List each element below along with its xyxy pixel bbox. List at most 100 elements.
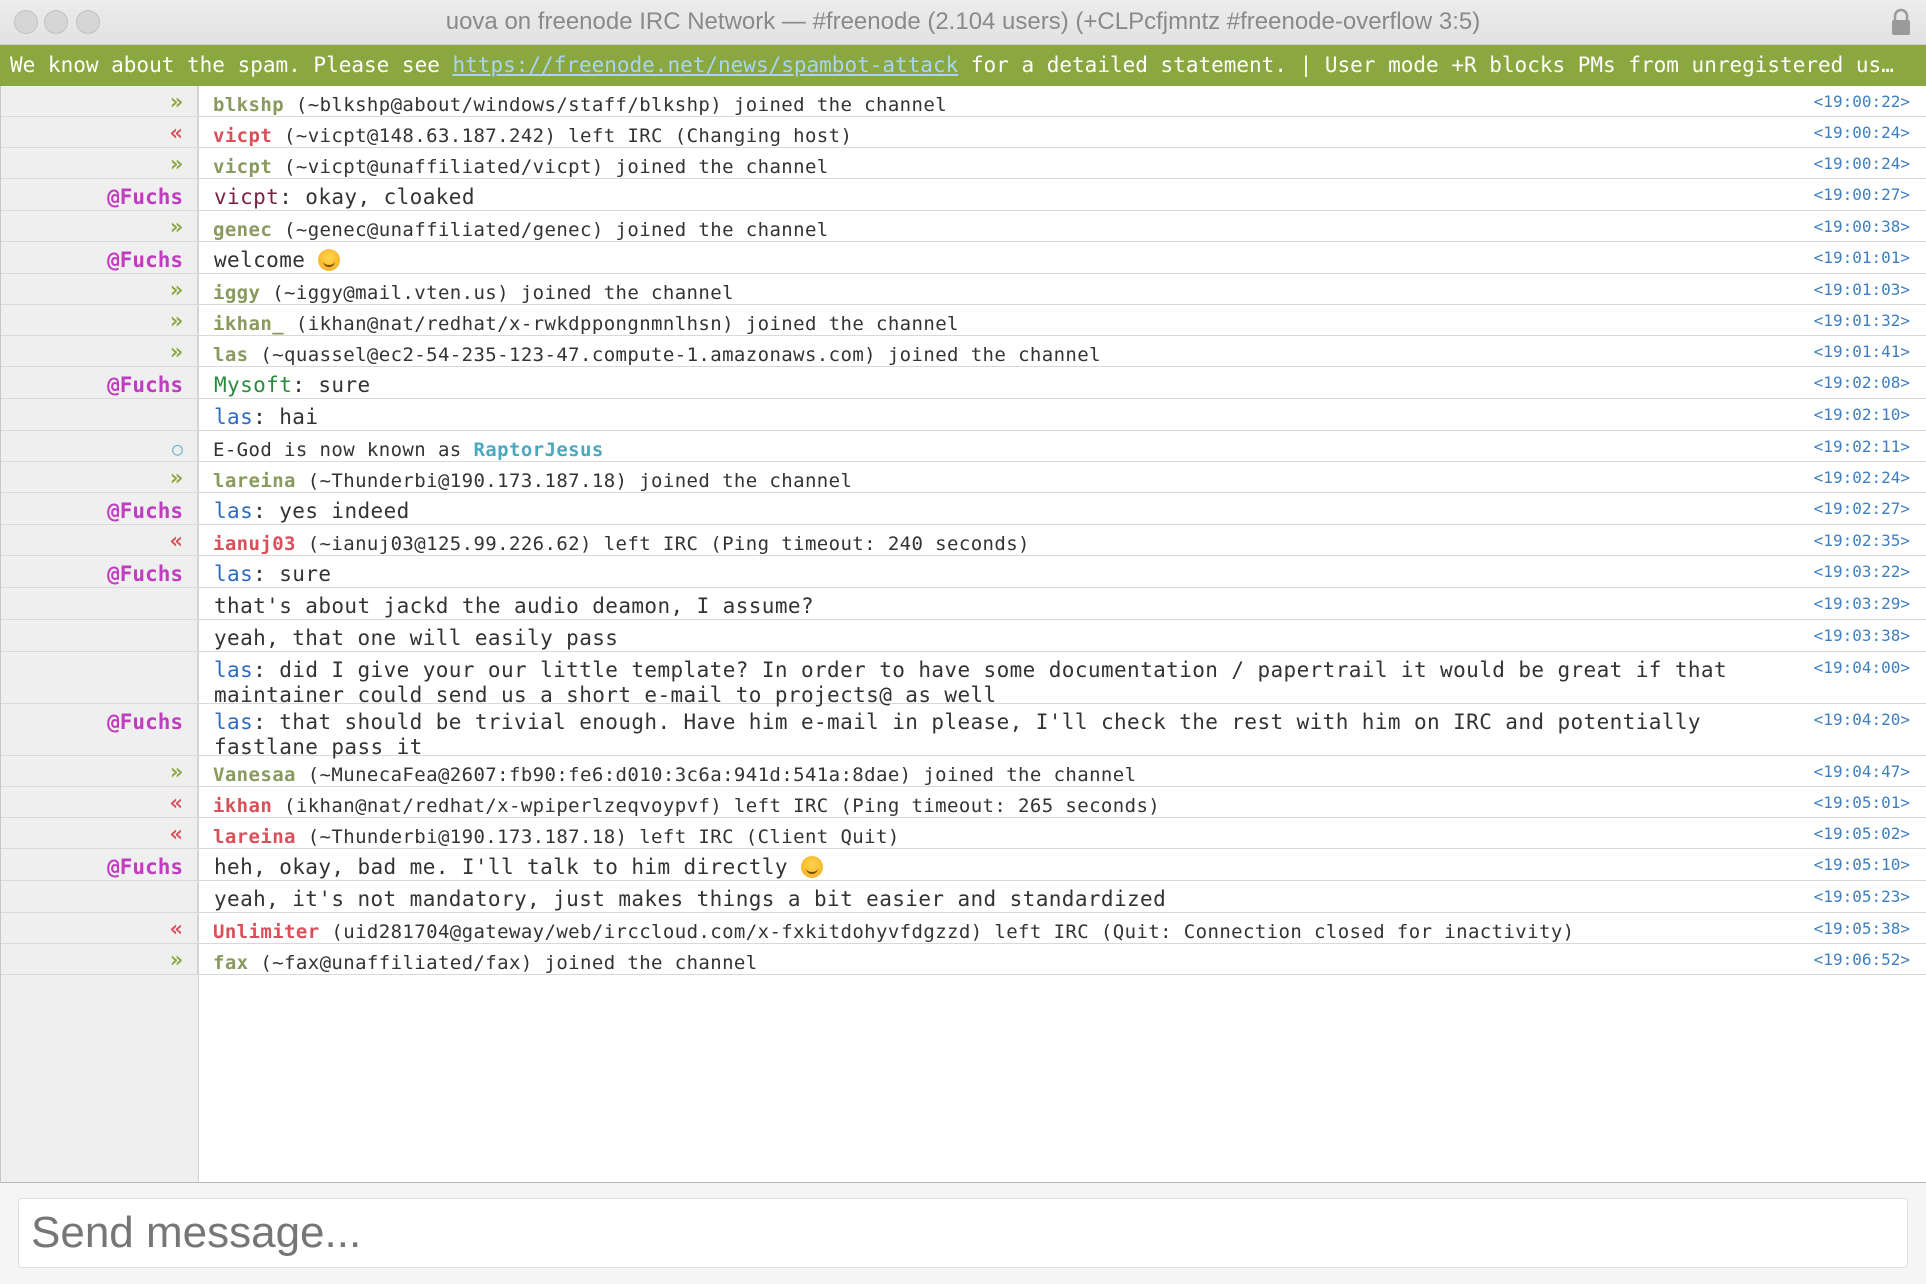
event-nick[interactable]: vicpt [213, 156, 272, 178]
message-row: @Fuchs welcome <19:01:01> [1, 242, 1926, 274]
event-detail: (~blkshp@about/windows/staff/blkshp) joi… [284, 94, 948, 116]
timestamp[interactable]: <19:02:27> [1796, 493, 1926, 524]
timestamp[interactable]: <19:01:01> [1796, 242, 1926, 273]
timestamp[interactable]: <19:03:38> [1796, 620, 1926, 651]
message-nick [1, 652, 198, 703]
message-list[interactable]: » blkshp (~blkshp@about/windows/staff/blk… [0, 86, 1926, 1183]
message-input[interactable] [19, 1199, 1907, 1267]
event-nick[interactable]: Vanesaa [213, 764, 296, 786]
message-body: : did I give your our little template? I… [214, 658, 1741, 707]
mention-nick[interactable]: Mysoft [214, 373, 292, 397]
event-nick[interactable]: ianuj03 [213, 533, 296, 555]
lock-icon [1892, 8, 1910, 35]
event-nick[interactable]: ikhan_ [213, 313, 284, 335]
timestamp[interactable]: <19:01:41> [1796, 336, 1926, 366]
event-nick[interactable]: ikhan [213, 795, 272, 817]
timestamp[interactable]: <19:05:01> [1796, 787, 1926, 817]
timestamp[interactable]: <19:03:29> [1796, 588, 1926, 619]
timestamp[interactable]: <19:06:52> [1796, 944, 1926, 974]
event-nick[interactable]: fax [213, 952, 249, 974]
timestamp[interactable]: <19:00:24> [1796, 148, 1926, 178]
join-event: Vanesaa (~MunecaFea@2607:fb90:fe6:d010:3… [198, 756, 1796, 786]
nick-change-new[interactable]: RaptorJesus [473, 439, 603, 461]
message-text: las: that should be trivial enough. Have… [198, 704, 1796, 759]
event-detail: (~vicpt@148.63.187.242) left IRC (Changi… [272, 125, 853, 147]
message-row: » Vanesaa (~MunecaFea@2607:fb90:fe6:d010:… [1, 756, 1926, 787]
message-nick[interactable]: @Fuchs [1, 493, 198, 524]
event-nick[interactable]: lareina [213, 470, 296, 492]
event-nick[interactable]: lareina [213, 826, 296, 848]
event-nick[interactable]: Unlimiter [213, 921, 320, 943]
message-nick[interactable]: @Fuchs [1, 556, 198, 587]
event-detail: (uid281704@gateway/web/irccloud.com/x-fx… [319, 921, 1575, 943]
timestamp[interactable]: <19:00:38> [1796, 211, 1926, 241]
message-row: yeah, that one will easily pass <19:03:38… [1, 620, 1926, 652]
timestamp[interactable]: <19:04:00> [1796, 652, 1926, 703]
message-row: @Fuchs Mysoft: sure <19:02:08> [1, 367, 1926, 399]
message-row: yeah, it's not mandatory, just makes thi… [1, 881, 1926, 913]
event-nick[interactable]: blkshp [213, 94, 284, 116]
mention-nick[interactable]: las [214, 710, 253, 734]
timestamp[interactable]: <19:05:02> [1796, 818, 1926, 848]
event-marker: » [1, 462, 198, 492]
timestamp[interactable]: <19:05:38> [1796, 913, 1926, 943]
event-nick[interactable]: las [213, 344, 249, 366]
join-event: las (~quassel@ec2-54-235-123-47.compute-… [198, 336, 1796, 366]
message-row: @Fuchs las: sure <19:03:22> [1, 556, 1926, 588]
event-detail: (~quassel@ec2-54-235-123-47.compute-1.am… [248, 344, 1101, 366]
message-body: : that should be trivial enough. Have hi… [214, 710, 1714, 759]
event-marker: » [1, 944, 198, 974]
mention-nick[interactable]: las [214, 658, 253, 682]
message-text: las: hai [198, 399, 1796, 430]
mention-nick[interactable]: las [214, 405, 253, 429]
message-nick[interactable]: @Fuchs [1, 242, 198, 273]
event-nick[interactable]: iggy [213, 282, 260, 304]
timestamp[interactable]: <19:01:03> [1796, 274, 1926, 304]
timestamp[interactable]: <19:05:10> [1796, 849, 1926, 880]
event-marker: » [1, 274, 198, 304]
message-nick[interactable]: @Fuchs [1, 704, 198, 755]
event-marker: » [1, 211, 198, 241]
window-title: uova on freenode IRC Network — #freenode… [445, 8, 1481, 35]
topic-link[interactable]: https://freenode.net/news/spambot-attack [453, 53, 959, 77]
timestamp[interactable]: <19:00:27> [1796, 179, 1926, 210]
timestamp[interactable]: <19:02:11> [1796, 431, 1926, 461]
timestamp[interactable]: <19:02:10> [1796, 399, 1926, 430]
event-marker: ○ [1, 431, 198, 461]
topic-suffix: for a detailed statement. | User mode +R… [958, 53, 1894, 77]
event-detail: (~ianuj03@125.99.226.62) left IRC (Ping … [295, 533, 1030, 555]
join-event: blkshp (~blkshp@about/windows/staff/blks… [198, 86, 1796, 116]
message-row: @Fuchs heh, okay, bad me. I'll talk to hi… [1, 849, 1926, 881]
timestamp[interactable]: <19:04:47> [1796, 756, 1926, 786]
event-detail: (~Thunderbi@190.173.187.18) left IRC (Cl… [295, 826, 900, 848]
timestamp[interactable]: <19:02:35> [1796, 525, 1926, 555]
message-body: : hai [253, 405, 319, 429]
timestamp[interactable]: <19:00:22> [1796, 86, 1926, 116]
timestamp[interactable]: <19:05:23> [1796, 881, 1926, 912]
message-row: las: did I give your our little template… [1, 652, 1926, 707]
timestamp[interactable]: <19:03:22> [1796, 556, 1926, 587]
event-marker: » [1, 148, 198, 178]
mention-nick[interactable]: vicpt [214, 185, 279, 209]
message-row: » fax (~fax@unaffiliated/fax) joined the … [1, 944, 1926, 975]
nick-change-old[interactable]: E-God [213, 439, 272, 461]
timestamp[interactable]: <19:01:32> [1796, 305, 1926, 335]
message-nick[interactable]: @Fuchs [1, 849, 198, 880]
message-nick[interactable]: @Fuchs [1, 179, 198, 210]
timestamp[interactable]: <19:04:20> [1796, 704, 1926, 755]
topic-prefix: We know about the spam. Please see [10, 53, 453, 77]
message-body: yeah, it's not mandatory, just makes thi… [214, 887, 1167, 911]
join-event: ikhan_ (ikhan@nat/redhat/x-rwkdppongnmnl… [198, 305, 1796, 335]
event-nick[interactable]: genec [213, 219, 272, 241]
message-nick[interactable]: @Fuchs [1, 367, 198, 398]
event-detail: (ikhan@nat/redhat/x-rwkdppongnmnlhsn) jo… [284, 313, 959, 335]
mention-nick[interactable]: las [214, 499, 253, 523]
join-event: fax (~fax@unaffiliated/fax) joined the c… [198, 944, 1796, 974]
timestamp[interactable]: <19:02:24> [1796, 462, 1926, 492]
event-nick[interactable]: vicpt [213, 125, 272, 147]
timestamp[interactable]: <19:02:08> [1796, 367, 1926, 398]
mention-nick[interactable]: las [214, 562, 253, 586]
part-event: ianuj03 (~ianuj03@125.99.226.62) left IR… [198, 525, 1796, 555]
timestamp[interactable]: <19:00:24> [1796, 117, 1926, 147]
join-event: lareina (~Thunderbi@190.173.187.18) join… [198, 462, 1796, 492]
